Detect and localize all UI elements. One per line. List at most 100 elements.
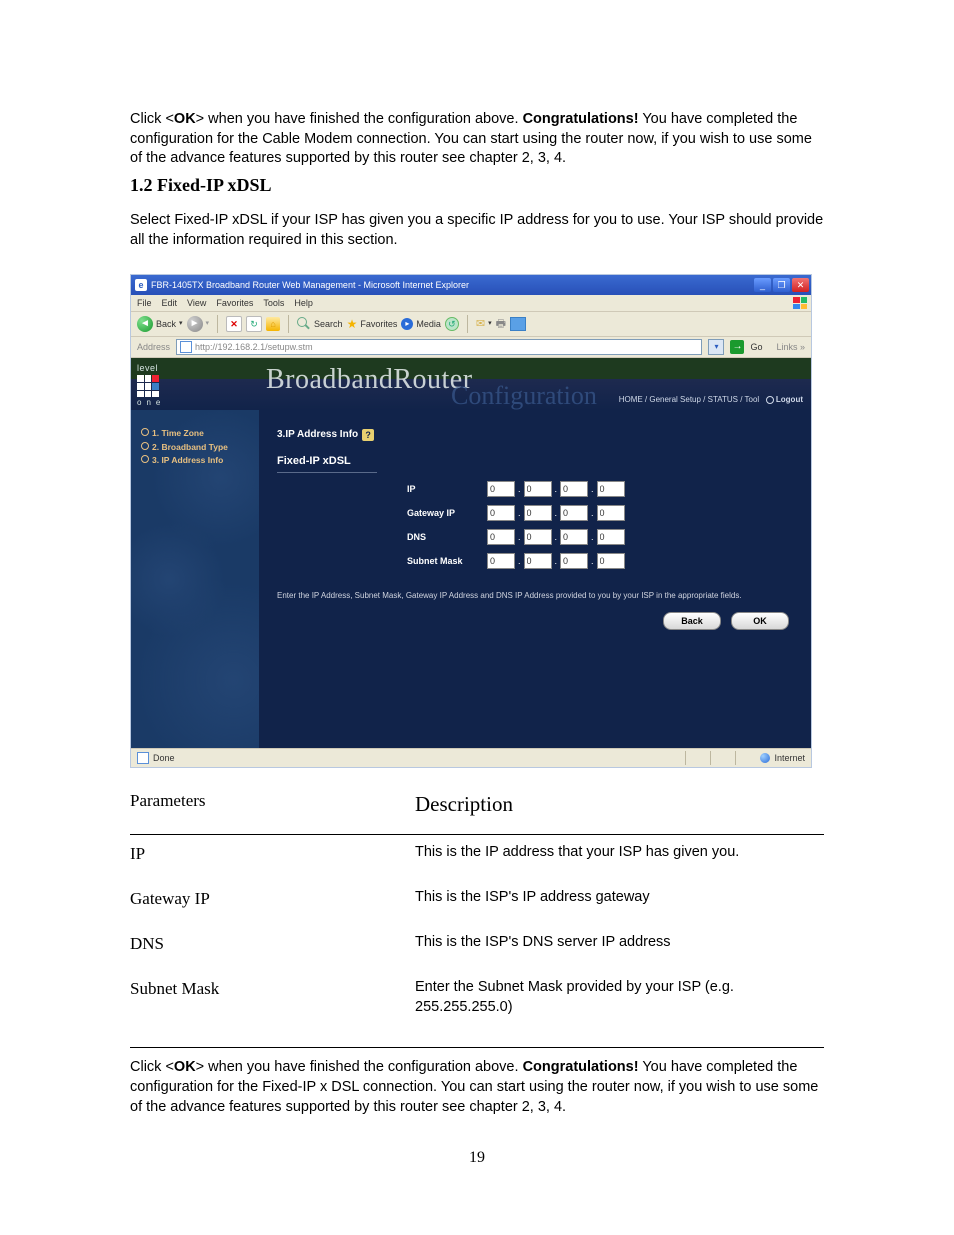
menu-help[interactable]: Help — [294, 297, 313, 309]
address-bar: Address http://192.168.2.1/setupw.stm ▾ … — [131, 337, 811, 358]
stop-button[interactable]: ✕ — [226, 316, 242, 332]
intro-paragraph: Click <OK> when you have finished the co… — [130, 110, 824, 169]
internet-zone-icon — [760, 753, 770, 763]
media-button[interactable]: ▸Media — [401, 318, 441, 330]
search-icon — [297, 317, 311, 331]
nav-logout[interactable]: Logout — [776, 395, 803, 404]
panel-title: 3.IP Address Info — [277, 428, 358, 442]
nav-status[interactable]: STATUS — [708, 395, 738, 404]
page-icon — [180, 341, 192, 353]
sidebar-step-1[interactable]: 1. Time Zone — [141, 428, 253, 439]
mask-octet-1[interactable] — [487, 553, 515, 569]
window-titlebar: e FBR-1405TX Broadband Router Web Manage… — [131, 275, 811, 295]
ip-form: IP . . . Gateway IP . . . — [407, 477, 795, 573]
nav-home[interactable]: HOME — [619, 395, 643, 404]
back-button-form[interactable]: Back — [663, 612, 721, 630]
label-dns: DNS — [407, 531, 487, 543]
links-label[interactable]: Links » — [776, 341, 805, 353]
go-button[interactable]: → — [730, 340, 744, 354]
favorites-button[interactable]: ★Favorites — [347, 316, 398, 332]
maximize-button[interactable]: ❐ — [773, 278, 790, 292]
print-button[interactable]: 🖶 — [496, 317, 506, 332]
help-icon[interactable]: ? — [362, 429, 374, 441]
gw-octet-1[interactable] — [487, 505, 515, 521]
banner-title: BroadbandRouter — [266, 361, 473, 399]
page-number: 19 — [130, 1147, 824, 1169]
sidebar-step-3[interactable]: 3. IP Address Info — [141, 455, 253, 466]
minimize-button[interactable]: _ — [754, 278, 771, 292]
table-row: Subnet Mask Enter the Subnet Mask provid… — [130, 978, 824, 1039]
menu-bar: File Edit View Favorites Tools Help — [131, 295, 811, 312]
dns-octet-4[interactable] — [597, 529, 625, 545]
menu-file[interactable]: File — [137, 297, 152, 309]
label-gateway: Gateway IP — [407, 507, 487, 519]
go-label: Go — [750, 341, 762, 353]
section-heading: 1.2 Fixed-IP xDSL — [130, 173, 824, 197]
label-ip: IP — [407, 483, 487, 495]
menu-favorites[interactable]: Favorites — [216, 297, 253, 309]
nav-tool[interactable]: Tool — [745, 395, 760, 404]
menu-view[interactable]: View — [187, 297, 206, 309]
address-label: Address — [137, 341, 170, 353]
parameters-table: Parameters Description IP This is the IP… — [130, 790, 824, 1039]
gw-octet-4[interactable] — [597, 505, 625, 521]
outro-paragraph: Click <OK> when you have finished the co… — [130, 1058, 824, 1117]
gw-octet-3[interactable] — [560, 505, 588, 521]
sidebar-step-2[interactable]: 2. Broadband Type — [141, 442, 253, 453]
dns-octet-1[interactable] — [487, 529, 515, 545]
edit-button[interactable] — [510, 317, 526, 331]
refresh-button[interactable]: ↻ — [246, 316, 262, 332]
banner: level one BroadbandRouter Configuration … — [131, 358, 811, 410]
table-row: DNS This is the ISP's DNS server IP addr… — [130, 933, 824, 978]
mask-octet-3[interactable] — [560, 553, 588, 569]
dns-octet-2[interactable] — [524, 529, 552, 545]
screenshot-window: e FBR-1405TX Broadband Router Web Manage… — [130, 274, 812, 768]
main-panel: 3.IP Address Info ? Fixed-IP xDSL IP . .… — [259, 410, 811, 748]
history-button[interactable]: ↺ — [445, 317, 459, 331]
dns-octet-3[interactable] — [560, 529, 588, 545]
window-title: FBR-1405TX Broadband Router Web Manageme… — [151, 279, 469, 291]
star-icon: ★ — [347, 316, 358, 332]
ip-octet-4[interactable] — [597, 481, 625, 497]
menu-tools[interactable]: Tools — [263, 297, 284, 309]
page-icon-status — [137, 752, 149, 764]
mask-octet-4[interactable] — [597, 553, 625, 569]
search-button[interactable]: Search — [297, 317, 343, 331]
page-content: level one BroadbandRouter Configuration … — [131, 358, 811, 748]
nav-general[interactable]: General Setup — [649, 395, 701, 404]
wizard-sidebar: 1. Time Zone 2. Broadband Type 3. IP Add… — [131, 410, 259, 748]
param-header-description: Description — [415, 790, 824, 820]
ok-button-form[interactable]: OK — [731, 612, 789, 630]
home-button[interactable]: ⌂ — [266, 317, 280, 331]
hint-text: Enter the IP Address, Subnet Mask, Gatew… — [277, 591, 795, 602]
forward-button[interactable]: ►▾ — [187, 316, 210, 332]
divider — [130, 1047, 824, 1048]
menu-edit[interactable]: Edit — [162, 297, 178, 309]
brand-logo: level one — [137, 362, 183, 404]
toolbar: ◄Back▾ ►▾ ✕ ↻ ⌂ Search ★Favorites ▸Media… — [131, 312, 811, 337]
mail-icon: ✉ — [476, 317, 485, 332]
status-text: Done — [153, 752, 175, 764]
ip-octet-2[interactable] — [524, 481, 552, 497]
ie-icon: e — [135, 279, 147, 291]
gw-octet-2[interactable] — [524, 505, 552, 521]
address-dropdown[interactable]: ▾ — [708, 339, 724, 355]
back-button[interactable]: ◄Back▾ — [137, 316, 183, 332]
top-nav: HOME / General Setup / STATUS / Tool Log… — [619, 395, 803, 406]
panel-subtitle: Fixed-IP xDSL — [277, 454, 377, 474]
table-row: Gateway IP This is the ISP's IP address … — [130, 888, 824, 933]
section-paragraph: Select Fixed-IP xDSL if your ISP has giv… — [130, 211, 824, 250]
close-button[interactable]: ✕ — [792, 278, 809, 292]
address-field[interactable]: http://192.168.2.1/setupw.stm — [176, 339, 702, 355]
table-row: IP This is the IP address that your ISP … — [130, 843, 824, 888]
param-header-parameters: Parameters — [130, 790, 415, 820]
label-mask: Subnet Mask — [407, 555, 487, 567]
status-zone: Internet — [774, 752, 805, 764]
windows-flag-icon — [793, 297, 807, 309]
status-bar: Done Internet — [131, 748, 811, 767]
mask-octet-2[interactable] — [524, 553, 552, 569]
ip-octet-1[interactable] — [487, 481, 515, 497]
media-icon: ▸ — [401, 318, 413, 330]
mail-button[interactable]: ✉▾ — [476, 317, 492, 332]
ip-octet-3[interactable] — [560, 481, 588, 497]
